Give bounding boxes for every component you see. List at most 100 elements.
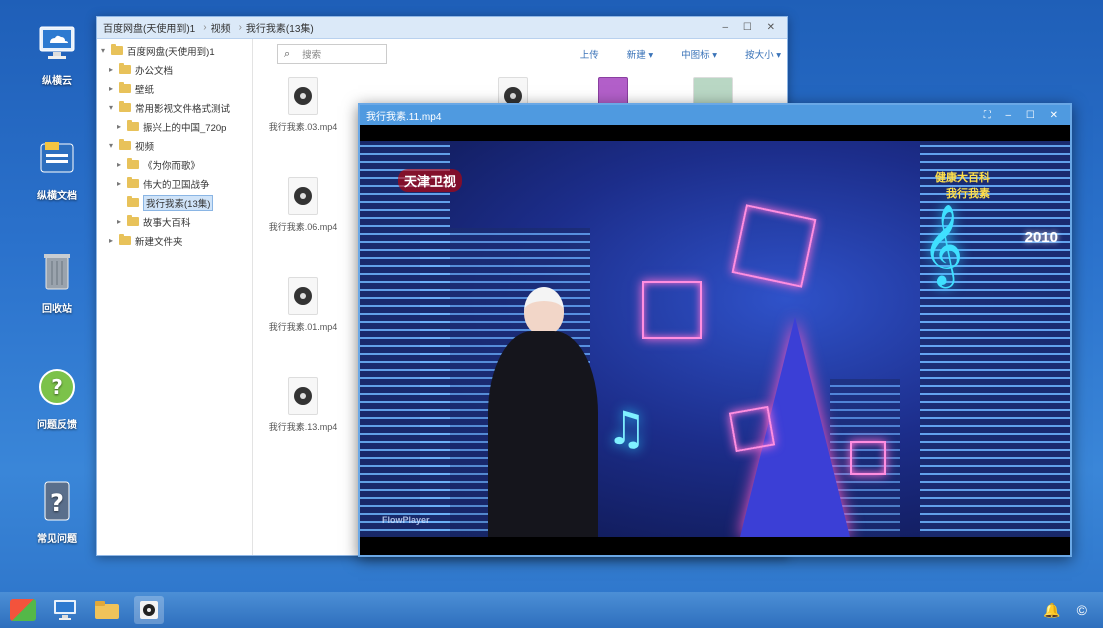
tree-item-format-test[interactable]: ▾ 常用影视文件格式测试 xyxy=(101,98,252,117)
taskbar-folder[interactable] xyxy=(92,596,122,624)
video-file-icon xyxy=(288,377,318,415)
woman-head xyxy=(524,287,564,335)
breadcrumb-separator: › xyxy=(203,22,207,33)
file-name: 我行我素.01.mp4 xyxy=(268,322,338,332)
desktop-icon-feedback[interactable]: ? 问题反馈 xyxy=(22,364,92,431)
video-file-icon xyxy=(288,77,318,115)
monitor-icon xyxy=(54,600,76,620)
letterbox-bottom xyxy=(360,537,1070,555)
tree-item-wallpaper[interactable]: ▸ 壁纸 xyxy=(101,79,252,98)
folder-icon xyxy=(119,82,131,93)
folder-icon xyxy=(119,234,131,245)
expand-arrow-icon[interactable]: ▸ xyxy=(117,160,127,169)
file-item[interactable]: 我行我素.13.mp4 xyxy=(263,377,343,433)
tree-item-720p[interactable]: ▸ 振兴上的中国_720p xyxy=(101,117,252,136)
tree-label: 新建文件夹 xyxy=(135,236,183,248)
player-title: 我行我素.11.mp4 xyxy=(366,111,442,123)
expand-arrow-icon[interactable]: ▸ xyxy=(117,122,127,131)
film-reel-icon xyxy=(294,87,312,105)
film-reel-icon xyxy=(294,387,312,405)
desktop-icon-cloud[interactable]: 纵横云 xyxy=(22,20,92,87)
view-mode-dropdown[interactable]: 中图标 ▾ xyxy=(681,47,717,61)
tree-label: 《为你而歌》 xyxy=(143,160,201,172)
breadcrumb-root[interactable]: 百度网盘(天使用到)1 xyxy=(103,20,195,35)
music-note-light: 𝄞 xyxy=(922,203,964,285)
expand-arrow-icon[interactable]: ▾ xyxy=(109,103,119,112)
tree-item-war[interactable]: ▸ 伟大的卫国战争 xyxy=(101,174,252,193)
tree-item-stories[interactable]: ▸ 故事大百科 xyxy=(101,212,252,231)
tree-item-root[interactable]: ▾ 百度网盘(天使用到)1 xyxy=(101,41,252,60)
caption-line: 健康大百科 xyxy=(935,172,990,184)
desktop-icon-trash[interactable]: 回收站 xyxy=(22,248,92,315)
upload-button[interactable]: 上传 xyxy=(580,47,599,61)
expand-arrow-icon[interactable]: ▸ xyxy=(117,179,127,188)
folder-icon xyxy=(127,215,139,226)
tree-item-office[interactable]: ▸ 办公文档 xyxy=(101,60,252,79)
player-titlebar[interactable]: 我行我素.11.mp4 ⛶ – ☐ ✕ xyxy=(360,105,1070,125)
trash-icon xyxy=(34,248,80,294)
player-watermark: FlowPlayer xyxy=(382,515,430,525)
woman-coat xyxy=(488,331,598,537)
breadcrumb-separator: › xyxy=(238,22,242,33)
taskbar-cloud[interactable] xyxy=(50,596,80,624)
explorer-window-controls[interactable]: – ☐ ✕ xyxy=(723,22,781,33)
start-button[interactable] xyxy=(8,596,38,624)
film-reel-icon xyxy=(294,187,312,205)
taskbar-video-player[interactable] xyxy=(134,596,164,624)
svg-text:?: ? xyxy=(51,375,63,399)
video-player-window[interactable]: 我行我素.11.mp4 ⛶ – ☐ ✕ 𝄞 ♫ 天津卫视 健康大百科 我行我素 … xyxy=(358,103,1072,557)
folder-icon xyxy=(127,196,139,207)
taskbar: 🔔 © xyxy=(0,592,1103,628)
file-name: 我行我素.06.mp4 xyxy=(268,222,338,232)
desktop-icon-label: 纵横云 xyxy=(42,76,72,87)
explorer-toolbar: ⌕ 搜索 上传 新建 ▾ 中图标 ▾ 按大小 ▾ xyxy=(253,39,787,69)
year-sign: 2010 xyxy=(1024,229,1058,246)
system-tray[interactable]: 🔔 © xyxy=(1043,602,1093,619)
desktop-icon-faq[interactable]: ? 常见问题 xyxy=(22,478,92,545)
tree-item-video[interactable]: ▾ 视频 xyxy=(101,136,252,155)
gift-light xyxy=(728,405,776,453)
tree-label: 视频 xyxy=(135,141,155,153)
film-reel-icon xyxy=(294,287,312,305)
video-file-icon xyxy=(288,277,318,315)
svg-text:?: ? xyxy=(50,489,64,517)
gift-light xyxy=(850,441,886,475)
file-item[interactable]: 我行我素.03.mp4 xyxy=(263,77,343,133)
video-frame[interactable]: 𝄞 ♫ 天津卫视 健康大百科 我行我素 2010 FlowPlayer xyxy=(360,141,1070,537)
file-item[interactable]: 我行我素.01.mp4 xyxy=(263,277,343,333)
music-note-light: ♫ xyxy=(606,401,648,455)
search-icon: ⌕ xyxy=(284,47,291,60)
gift-light xyxy=(731,204,817,288)
expand-arrow-icon[interactable]: ▸ xyxy=(109,65,119,74)
expand-arrow-icon[interactable]: ▸ xyxy=(109,84,119,93)
desktop-icon-label: 回收站 xyxy=(42,304,72,315)
desktop-icon-label: 问题反馈 xyxy=(37,420,77,431)
expand-arrow-icon[interactable]: ▸ xyxy=(117,217,127,226)
question-icon: ? xyxy=(34,478,80,524)
file-item[interactable]: 我行我素.06.mp4 xyxy=(263,177,343,233)
folder-icon xyxy=(119,101,131,112)
breadcrumb-video[interactable]: 视频 xyxy=(211,20,231,35)
sort-by-size-dropdown[interactable]: 按大小 ▾ xyxy=(745,47,781,61)
folder-tree: ▾ 百度网盘(天使用到)1 ▸ 办公文档 ▸ 壁纸 ▾ 常用影视文件格式测试 ▸ 振兴上的… xyxy=(97,39,253,555)
breadcrumb-current[interactable]: 我行我素(13集) xyxy=(246,20,314,35)
desktop-icon-documents[interactable]: 纵横文档 xyxy=(22,135,92,202)
folder-icon xyxy=(119,139,131,150)
expand-arrow-icon[interactable]: ▾ xyxy=(109,141,119,150)
tree-label: 振兴上的中国_720p xyxy=(143,122,227,134)
tree-label: 壁纸 xyxy=(135,84,155,96)
start-logo-icon xyxy=(10,599,36,621)
tree-label: 故事大百科 xyxy=(143,217,191,229)
player-window-controls[interactable]: ⛶ – ☐ ✕ xyxy=(984,110,1064,121)
search-input[interactable]: ⌕ 搜索 xyxy=(277,44,387,64)
folder-icon xyxy=(119,63,131,74)
file-name: 我行我素.13.mp4 xyxy=(268,422,338,432)
new-button[interactable]: 新建 ▾ xyxy=(627,47,653,61)
expand-arrow-icon[interactable]: ▸ xyxy=(109,236,119,245)
tree-item-selected-series[interactable]: 我行我素(13集) xyxy=(101,193,252,212)
explorer-titlebar[interactable]: 百度网盘(天使用到)1 › 视频 › 我行我素(13集) – ☐ ✕ xyxy=(97,17,787,39)
expand-arrow-icon[interactable]: ▾ xyxy=(101,46,111,55)
tree-item-song[interactable]: ▸ 《为你而歌》 xyxy=(101,155,252,174)
tree-item-new-folder[interactable]: ▸ 新建文件夹 xyxy=(101,231,252,250)
woman-in-coat xyxy=(488,287,598,537)
